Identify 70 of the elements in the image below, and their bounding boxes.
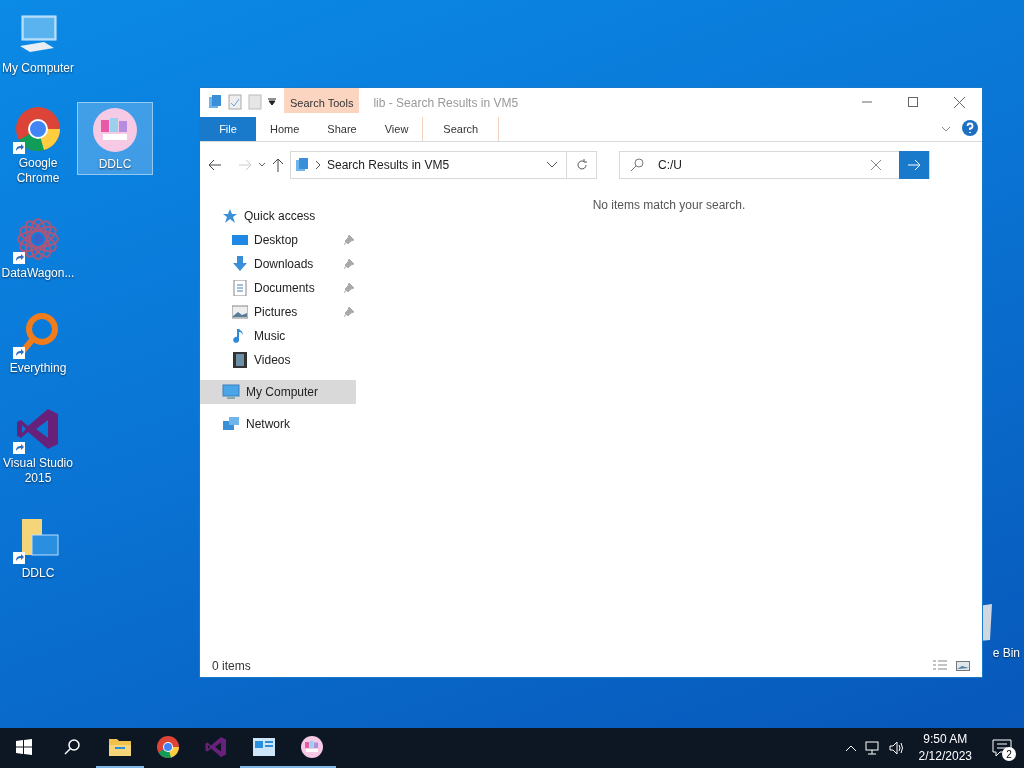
up-button[interactable] — [272, 158, 284, 172]
desktop-icon[interactable]: Everything — [0, 306, 76, 379]
nav-item[interactable]: Music — [200, 324, 356, 348]
app-logo-icon — [300, 735, 324, 759]
nav-item[interactable]: My Computer — [200, 380, 356, 404]
address-path: Search Results in VM5 — [327, 158, 451, 172]
app-logo-icon — [91, 106, 139, 154]
folder-icon — [295, 158, 309, 172]
search-icon — [630, 158, 644, 172]
address-bar[interactable]: Search Results in VM5 — [290, 151, 567, 179]
clock[interactable]: 9:50 AM 2/12/2023 — [912, 731, 978, 765]
ribbon-tab[interactable]: Search — [422, 117, 500, 141]
star-icon — [222, 208, 238, 224]
nav-item[interactable]: Network — [200, 412, 356, 436]
icon-label: Google Chrome — [15, 156, 61, 186]
network-icon — [222, 416, 240, 432]
network-icon[interactable] — [864, 741, 881, 755]
search-bar[interactable]: C:/U — [619, 151, 930, 179]
search-icon — [63, 738, 81, 756]
folder-icon — [108, 736, 132, 758]
search-field[interactable]: C:/U — [656, 157, 859, 173]
nav-item[interactable]: Quick access — [200, 204, 356, 228]
empty-message: No items match your search. — [592, 198, 746, 214]
document-icon — [232, 280, 248, 296]
arrow-right-icon — [907, 159, 921, 171]
close-icon — [953, 96, 965, 108]
icon-label: Visual Studio 2015 — [2, 456, 74, 486]
desktop-icon[interactable]: My Computer — [0, 6, 76, 79]
icon-label: DataWagon... — [1, 266, 75, 281]
volume-icon[interactable] — [888, 741, 905, 755]
nav-item[interactable]: Pictures — [200, 300, 356, 324]
window-title: lib - Search Results in VM5 — [372, 95, 520, 112]
desktop-icon[interactable]: Visual Studio 2015 — [0, 401, 76, 489]
recent-locations-button[interactable] — [258, 162, 266, 168]
ribbon-tab[interactable]: File — [200, 117, 256, 141]
maximize-icon — [908, 97, 918, 107]
chrome-icon — [14, 105, 62, 153]
computer-icon — [222, 384, 240, 400]
download-arrow-icon — [232, 256, 248, 272]
icon-label: DDLC — [21, 566, 55, 581]
icon-label: DDLC — [98, 157, 132, 172]
icon-label: Everything — [9, 361, 67, 376]
large-icons-view-icon[interactable] — [956, 660, 970, 672]
chevron-icon — [315, 161, 321, 169]
icon-label: e Bin — [992, 646, 1020, 661]
back-button[interactable] — [208, 159, 222, 171]
nav-item[interactable]: Videos — [200, 348, 356, 372]
desktop-icon[interactable]: Google Chrome — [0, 101, 76, 189]
visual-studio-icon — [204, 735, 228, 759]
nav-item[interactable]: Documents — [200, 276, 356, 300]
nav-item[interactable]: Downloads — [200, 252, 356, 276]
folder-icon — [208, 95, 222, 109]
windows-icon — [16, 739, 32, 755]
icon-label: My Computer — [2, 61, 74, 76]
clear-icon[interactable] — [871, 160, 881, 170]
desktop-icon[interactable]: DataWagon... — [0, 211, 76, 284]
chrome-icon — [156, 735, 180, 759]
chevron-up-icon[interactable] — [844, 744, 857, 752]
nav-item[interactable]: Desktop — [200, 228, 356, 252]
dropdown-icon[interactable] — [268, 98, 276, 106]
flower-icon — [14, 215, 62, 263]
dropdown-icon[interactable] — [546, 161, 558, 169]
picture-icon — [232, 304, 248, 320]
item-count: 0 items — [212, 659, 251, 673]
monitor-icon — [232, 232, 248, 248]
film-icon — [232, 352, 248, 368]
refresh-icon — [575, 159, 588, 171]
context-group-label: Search Tools — [284, 88, 360, 113]
window-icon — [252, 736, 276, 758]
desktop-icon[interactable]: DDLC — [0, 511, 76, 584]
